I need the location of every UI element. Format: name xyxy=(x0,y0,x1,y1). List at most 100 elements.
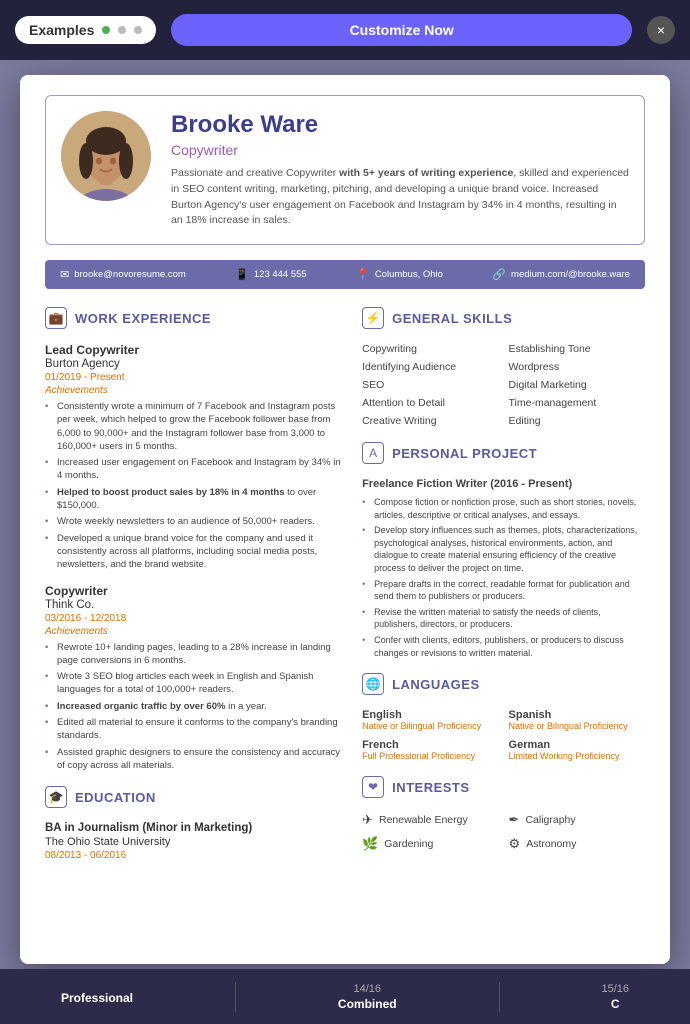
interests-icon: ❤ xyxy=(362,776,384,798)
job-2-bullets: Rewrote 10+ landing pages, leading to a … xyxy=(45,641,342,773)
bullet-item: Assisted graphic designers to ensure the… xyxy=(45,746,342,773)
bottom-label: Professional xyxy=(61,991,133,1005)
project-bullet: Prepare drafts in the correct, readable … xyxy=(362,578,645,603)
languages-grid: English Native or Bilingual Proficiency … xyxy=(362,709,645,761)
interests-title: INTERESTS xyxy=(392,780,469,795)
examples-pill: Examples xyxy=(15,16,156,44)
bullet-item: Developed a unique brand voice for the c… xyxy=(45,532,342,572)
education-header: 🎓 EDUCATION xyxy=(45,786,342,812)
job-1: Lead Copywriter Burton Agency 01/2019 - … xyxy=(45,343,342,572)
resume-modal: Brooke Ware Copywriter Passionate and cr… xyxy=(20,75,670,964)
desc-bold-1: with 5+ years of writing experience xyxy=(339,167,513,179)
school: The Ohio State University xyxy=(45,836,342,848)
customize-now-button[interactable]: Customize Now xyxy=(171,14,632,46)
candidate-description: Passionate and creative Copywriter with … xyxy=(171,166,629,229)
project-bullet: Revise the written material to satisfy t… xyxy=(362,606,645,631)
lang-name: Spanish xyxy=(509,709,645,721)
skill-item: Creative Writing xyxy=(362,415,498,427)
language-item: German Limited Working Proficiency xyxy=(509,739,645,761)
job-1-dates: 01/2019 - Present xyxy=(45,372,342,383)
general-skills-header: ⚡ GENERAL SKILLS xyxy=(362,307,645,333)
two-column-layout: 💼 WORK EXPERIENCE Lead Copywriter Burton… xyxy=(45,307,645,875)
lang-name: German xyxy=(509,739,645,751)
contact-phone: 📱 123 444 555 xyxy=(235,268,307,281)
resume-content: Brooke Ware Copywriter Passionate and cr… xyxy=(20,75,670,964)
job-2-dates: 03/2016 - 12/2018 xyxy=(45,613,342,624)
bottom-item-combined: 14/16 Combined xyxy=(338,983,397,1011)
interest-item: 🌿 Gardening xyxy=(362,836,498,852)
interest-label: Renewable Energy xyxy=(379,814,468,826)
desc-text-1: Passionate and creative Copywriter xyxy=(171,167,339,179)
general-skills-title: GENERAL SKILLS xyxy=(392,311,512,326)
candidate-name: Brooke Ware xyxy=(171,111,629,139)
bullet-item: Increased organic traffic by over 60% in… xyxy=(45,700,342,713)
resume-header: Brooke Ware Copywriter Passionate and cr… xyxy=(45,95,645,245)
header-info: Brooke Ware Copywriter Passionate and cr… xyxy=(171,111,629,229)
close-button[interactable]: × xyxy=(647,16,675,44)
gardening-icon: 🌿 xyxy=(362,836,378,852)
lang-level: Limited Working Proficiency xyxy=(509,751,645,761)
project-name: Freelance Fiction Writer (2016 - Present… xyxy=(362,478,645,490)
interest-label: Gardening xyxy=(384,838,433,850)
language-item: Spanish Native or Bilingual Proficiency xyxy=(509,709,645,731)
avatar xyxy=(61,111,151,201)
job-2-company: Think Co. xyxy=(45,599,342,611)
interest-item: ✈ Renewable Energy xyxy=(362,812,498,828)
lang-name: English xyxy=(362,709,498,721)
project-bullet: Compose fiction or nonfiction prose, suc… xyxy=(362,496,645,521)
bullet-item: Wrote 3 SEO blog articles each week in E… xyxy=(45,670,342,697)
work-experience-title: WORK EXPERIENCE xyxy=(75,311,211,326)
examples-label: Examples xyxy=(29,22,94,38)
contact-email: ✉ brooke@novoresume.com xyxy=(60,268,186,281)
general-skills-section: ⚡ GENERAL SKILLS Copywriting Establishin… xyxy=(362,307,645,427)
interests-section: ❤ INTERESTS ✈ Renewable Energy ✒ Caligra… xyxy=(362,776,645,852)
renewable-energy-icon: ✈ xyxy=(362,812,373,828)
lang-name: French xyxy=(362,739,498,751)
interest-item: ⚙ Astronomy xyxy=(509,836,645,852)
skill-item: Copywriting xyxy=(362,343,498,355)
skill-item: Editing xyxy=(509,415,645,427)
skills-grid: Copywriting Establishing Tone Identifyin… xyxy=(362,343,645,427)
degree: BA in Journalism (Minor in Marketing) xyxy=(45,822,342,834)
interests-grid: ✈ Renewable Energy ✒ Caligraphy 🌿 Garden… xyxy=(362,812,645,852)
phone-icon: 📱 xyxy=(235,268,249,281)
astronomy-icon: ⚙ xyxy=(509,836,521,852)
work-experience-section: 💼 WORK EXPERIENCE Lead Copywriter Burton… xyxy=(45,307,342,772)
skill-item: Wordpress xyxy=(509,361,645,373)
bullet-item: Rewrote 10+ landing pages, leading to a … xyxy=(45,641,342,668)
education-title: EDUCATION xyxy=(75,790,156,805)
interest-item: ✒ Caligraphy xyxy=(509,812,645,828)
bottom-bar: Professional 14/16 Combined 15/16 C xyxy=(0,969,690,1024)
skill-item: Attention to Detail xyxy=(362,397,498,409)
interest-label: Caligraphy xyxy=(525,814,575,826)
location-icon: 📍 xyxy=(356,268,370,281)
lang-level: Native or Bilingual Proficiency xyxy=(362,721,498,731)
bullet-item: Edited all material to ensure it conform… xyxy=(45,716,342,743)
bottom-label: C xyxy=(611,997,620,1011)
bottom-num: 14/16 xyxy=(353,983,381,995)
dot-active xyxy=(102,26,110,34)
languages-section: 🌐 LANGUAGES English Native or Bilingual … xyxy=(362,673,645,761)
dot-inactive-2 xyxy=(134,26,142,34)
dot-inactive-1 xyxy=(118,26,126,34)
languages-icon: 🌐 xyxy=(362,673,384,695)
interests-header: ❤ INTERESTS xyxy=(362,776,645,802)
languages-header: 🌐 LANGUAGES xyxy=(362,673,645,699)
bottom-item-professional: Professional xyxy=(61,989,133,1005)
education-icon: 🎓 xyxy=(45,786,67,808)
job-2-title: Copywriter xyxy=(45,584,342,598)
bottom-divider xyxy=(235,982,236,1012)
right-column: ⚡ GENERAL SKILLS Copywriting Establishin… xyxy=(362,307,645,875)
personal-project-title: PERSONAL PROJECT xyxy=(392,446,537,461)
edu-dates: 08/2013 - 06/2016 xyxy=(45,850,342,861)
languages-title: LANGUAGES xyxy=(392,677,480,692)
skills-icon: ⚡ xyxy=(362,307,384,329)
left-column: 💼 WORK EXPERIENCE Lead Copywriter Burton… xyxy=(45,307,342,875)
education-section: 🎓 EDUCATION BA in Journalism (Minor in M… xyxy=(45,786,342,861)
skill-item: Establishing Tone xyxy=(509,343,645,355)
web-icon: 🔗 xyxy=(492,268,506,281)
job-2: Copywriter Think Co. 03/2016 - 12/2018 A… xyxy=(45,584,342,773)
bullet-item: Helped to boost product sales by 18% in … xyxy=(45,486,342,513)
avatar-image xyxy=(61,111,151,201)
project-bullets: Compose fiction or nonfiction prose, suc… xyxy=(362,496,645,659)
